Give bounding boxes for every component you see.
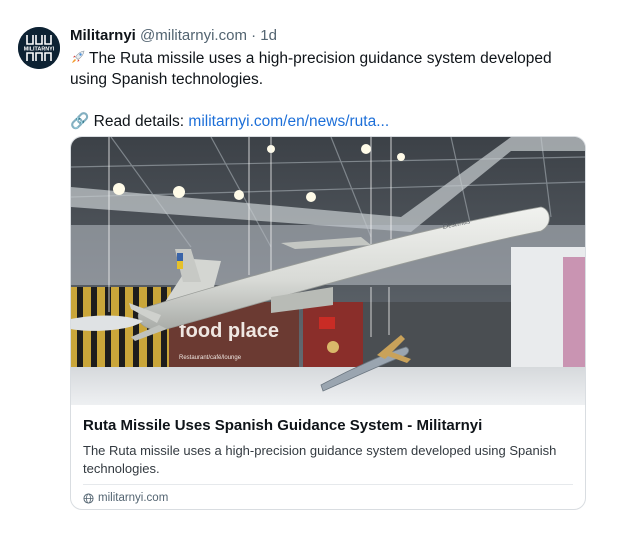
- avatar-text: MILITARNYI: [24, 47, 55, 53]
- svg-text:food place: food place: [179, 320, 279, 342]
- card-description: The Ruta missile uses a high-precision g…: [83, 443, 557, 476]
- avatar[interactable]: MILITARNYI: [18, 27, 60, 69]
- militarnyi-logo-icon: MILITARNYI: [18, 27, 60, 69]
- post-time[interactable]: 1d: [260, 27, 277, 44]
- card-domain-text: militarnyi.com: [98, 492, 169, 504]
- svg-text:Restaurant/café/lounge: Restaurant/café/lounge: [179, 355, 242, 361]
- card-body: Ruta Missile Uses Spanish Guidance Syste…: [83, 405, 573, 504]
- separator-dot: ·: [251, 27, 257, 44]
- article-link[interactable]: militarnyi.com/en/news/ruta...: [188, 113, 389, 130]
- post-line-1: The Ruta missile uses a high-precision g…: [70, 48, 590, 90]
- link-prefix: Read details:: [93, 113, 185, 130]
- post-line-2: 🔗 Read details: militarnyi.com/en/news/r…: [70, 111, 590, 132]
- link-preview-card[interactable]: food place Restaurant/café/lounge SORTIE…: [70, 136, 586, 510]
- missile-rocket-icon: [72, 50, 85, 63]
- card-domain: militarnyi.com: [83, 492, 573, 504]
- ruta-missile-photo[interactable]: food place Restaurant/café/lounge SORTIE…: [71, 137, 585, 405]
- author-name[interactable]: Militarnyi: [70, 27, 136, 44]
- globe-icon: [83, 492, 94, 504]
- link-emoji-icon: 🔗: [70, 113, 90, 130]
- card-title[interactable]: Ruta Missile Uses Spanish Guidance Syste…: [83, 416, 573, 436]
- post-text: The Ruta missile uses a high-precision g…: [70, 48, 590, 132]
- author-handle[interactable]: @militarnyi.com: [140, 27, 247, 44]
- post-header: Militarnyi @militarnyi.com · 1d: [70, 26, 277, 46]
- card-divider: [83, 484, 573, 485]
- post-body-text: The Ruta missile uses a high-precision g…: [70, 50, 552, 88]
